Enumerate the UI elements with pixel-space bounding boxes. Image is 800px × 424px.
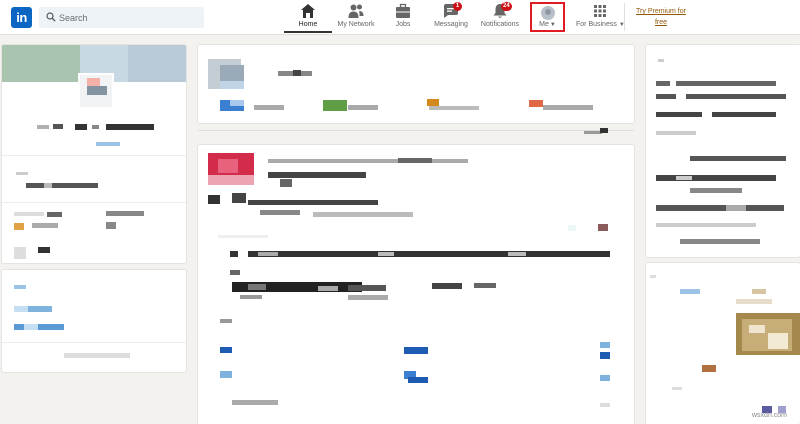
recent-card bbox=[2, 270, 186, 372]
hashtag-link[interactable] bbox=[220, 347, 232, 353]
nav-me-label: Me bbox=[539, 21, 549, 28]
nav-messaging[interactable]: 1 Messaging bbox=[432, 2, 470, 33]
chevron-down-icon: ▼ bbox=[549, 22, 556, 28]
banner-segment bbox=[128, 45, 186, 82]
messaging-badge: 1 bbox=[453, 2, 462, 11]
profile-photo[interactable] bbox=[78, 73, 114, 109]
nav-for-business-label: For Business ▼ bbox=[576, 21, 625, 28]
ad-card bbox=[646, 263, 800, 424]
share-box-card[interactable] bbox=[198, 45, 634, 123]
search-box[interactable] bbox=[39, 7, 204, 28]
watermark-text: wsxdn.com bbox=[752, 412, 788, 419]
event-icon[interactable] bbox=[427, 99, 439, 106]
nav-notifications[interactable]: 24 Notifications bbox=[479, 2, 521, 33]
nav-me[interactable]: Me▼ bbox=[530, 2, 565, 32]
briefcase-icon bbox=[396, 3, 410, 18]
try-premium-link[interactable]: Try Premium for free bbox=[631, 6, 691, 28]
search-input[interactable] bbox=[59, 7, 199, 28]
profile-card bbox=[2, 45, 186, 263]
nav-my-network-label: My Network bbox=[337, 21, 375, 28]
nav-jobs[interactable]: Jobs bbox=[388, 3, 418, 33]
nav-jobs-label: Jobs bbox=[395, 21, 411, 28]
nav-me-label-row: Me▼ bbox=[532, 21, 563, 28]
avatar-icon bbox=[540, 6, 555, 20]
news-card bbox=[646, 45, 800, 257]
notifications-badge: 24 bbox=[501, 2, 512, 11]
linkedin-logo[interactable]: in bbox=[11, 7, 32, 28]
article-icon[interactable] bbox=[529, 100, 543, 107]
people-icon bbox=[348, 4, 364, 18]
nav-my-network[interactable]: My Network bbox=[334, 3, 378, 33]
chevron-down-icon: ▼ bbox=[618, 22, 625, 28]
nav-home-label: Home bbox=[298, 21, 318, 28]
nav-messaging-label: Messaging bbox=[434, 21, 468, 28]
premium-line-1: Try Premium for bbox=[636, 8, 686, 15]
nav-home[interactable]: Home bbox=[284, 3, 332, 33]
grid-icon bbox=[594, 5, 606, 17]
video-icon[interactable] bbox=[323, 100, 347, 111]
active-tab-indicator bbox=[284, 31, 332, 33]
banner-segment bbox=[2, 45, 80, 82]
nav-for-business[interactable]: For Business ▼ bbox=[576, 3, 625, 33]
search-icon bbox=[46, 12, 56, 22]
premium-line-2: free bbox=[654, 19, 668, 26]
nav-notifications-label: Notifications bbox=[480, 21, 520, 28]
top-nav: in Home My Network Jobs bbox=[0, 0, 800, 35]
sort-divider bbox=[198, 130, 634, 131]
home-icon bbox=[301, 4, 315, 18]
feed-post-card bbox=[198, 145, 634, 424]
hashtag-link[interactable] bbox=[404, 347, 428, 354]
